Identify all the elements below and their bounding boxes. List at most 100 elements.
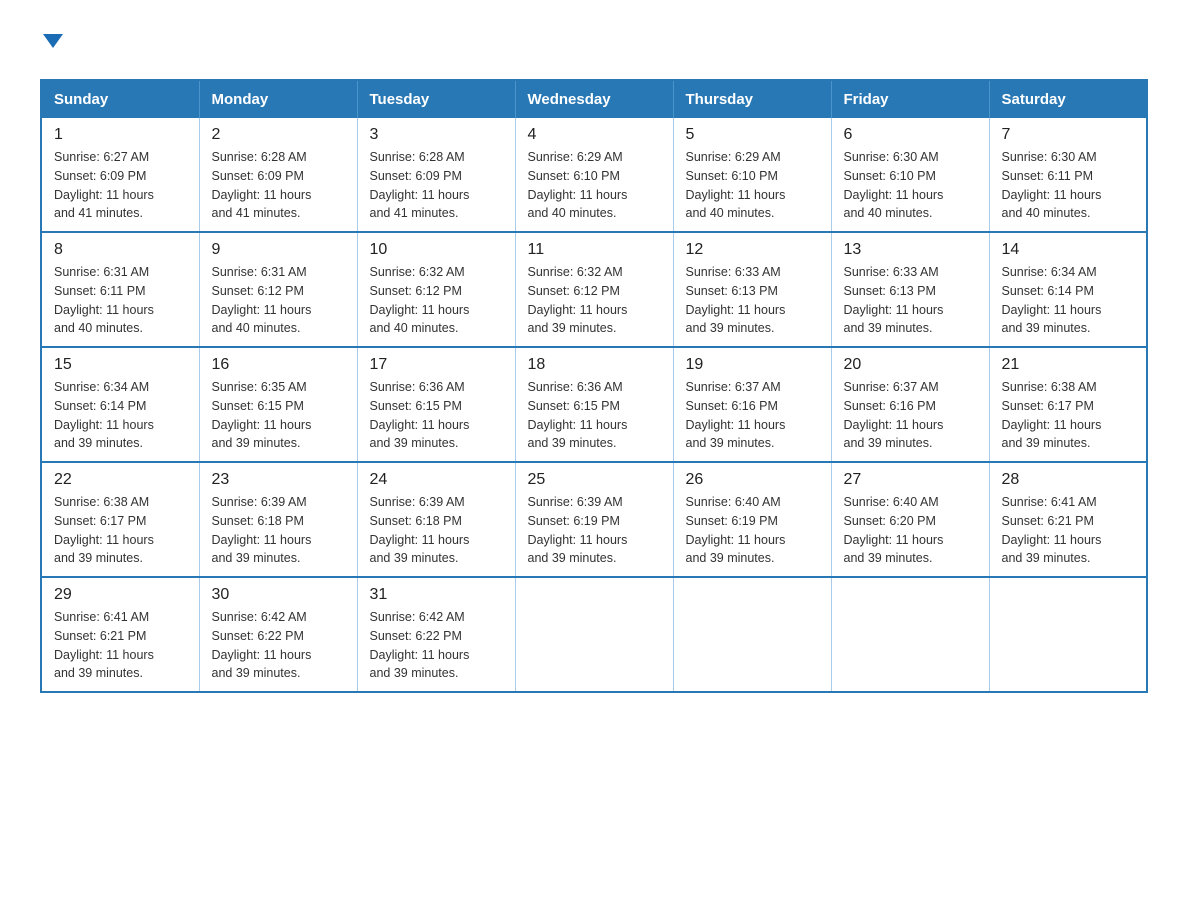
calendar-week-1: 1 Sunrise: 6:27 AM Sunset: 6:09 PM Dayli… [41, 118, 1147, 232]
calendar-cell: 26 Sunrise: 6:40 AM Sunset: 6:19 PM Dayl… [673, 462, 831, 577]
day-info: Sunrise: 6:36 AM Sunset: 6:15 PM Dayligh… [370, 378, 503, 453]
day-number: 27 [844, 471, 977, 489]
day-number: 7 [1002, 126, 1135, 144]
calendar-cell: 22 Sunrise: 6:38 AM Sunset: 6:17 PM Dayl… [41, 462, 199, 577]
calendar-cell: 23 Sunrise: 6:39 AM Sunset: 6:18 PM Dayl… [199, 462, 357, 577]
calendar-cell: 16 Sunrise: 6:35 AM Sunset: 6:15 PM Dayl… [199, 347, 357, 462]
calendar-week-2: 8 Sunrise: 6:31 AM Sunset: 6:11 PM Dayli… [41, 232, 1147, 347]
day-info: Sunrise: 6:27 AM Sunset: 6:09 PM Dayligh… [54, 148, 187, 223]
weekday-header-row: SundayMondayTuesdayWednesdayThursdayFrid… [41, 80, 1147, 118]
day-number: 4 [528, 126, 661, 144]
calendar-cell: 5 Sunrise: 6:29 AM Sunset: 6:10 PM Dayli… [673, 118, 831, 232]
day-number: 3 [370, 126, 503, 144]
weekday-header-wednesday: Wednesday [515, 80, 673, 118]
day-number: 14 [1002, 241, 1135, 259]
calendar-header: SundayMondayTuesdayWednesdayThursdayFrid… [41, 80, 1147, 118]
day-info: Sunrise: 6:34 AM Sunset: 6:14 PM Dayligh… [1002, 263, 1135, 338]
day-info: Sunrise: 6:39 AM Sunset: 6:19 PM Dayligh… [528, 493, 661, 568]
day-number: 15 [54, 356, 187, 374]
weekday-header-friday: Friday [831, 80, 989, 118]
weekday-header-tuesday: Tuesday [357, 80, 515, 118]
calendar-cell: 1 Sunrise: 6:27 AM Sunset: 6:09 PM Dayli… [41, 118, 199, 232]
day-info: Sunrise: 6:29 AM Sunset: 6:10 PM Dayligh… [686, 148, 819, 223]
logo [40, 30, 63, 55]
weekday-header-sunday: Sunday [41, 80, 199, 118]
calendar-week-3: 15 Sunrise: 6:34 AM Sunset: 6:14 PM Dayl… [41, 347, 1147, 462]
day-info: Sunrise: 6:39 AM Sunset: 6:18 PM Dayligh… [370, 493, 503, 568]
day-info: Sunrise: 6:38 AM Sunset: 6:17 PM Dayligh… [1002, 378, 1135, 453]
day-number: 28 [1002, 471, 1135, 489]
day-info: Sunrise: 6:36 AM Sunset: 6:15 PM Dayligh… [528, 378, 661, 453]
calendar-cell: 6 Sunrise: 6:30 AM Sunset: 6:10 PM Dayli… [831, 118, 989, 232]
day-info: Sunrise: 6:40 AM Sunset: 6:20 PM Dayligh… [844, 493, 977, 568]
day-info: Sunrise: 6:32 AM Sunset: 6:12 PM Dayligh… [528, 263, 661, 338]
calendar-cell: 14 Sunrise: 6:34 AM Sunset: 6:14 PM Dayl… [989, 232, 1147, 347]
day-number: 18 [528, 356, 661, 374]
day-number: 11 [528, 241, 661, 259]
day-number: 21 [1002, 356, 1135, 374]
day-number: 2 [212, 126, 345, 144]
calendar-body: 1 Sunrise: 6:27 AM Sunset: 6:09 PM Dayli… [41, 118, 1147, 692]
day-number: 12 [686, 241, 819, 259]
day-number: 30 [212, 586, 345, 604]
day-info: Sunrise: 6:34 AM Sunset: 6:14 PM Dayligh… [54, 378, 187, 453]
calendar-cell [831, 577, 989, 692]
day-number: 9 [212, 241, 345, 259]
calendar-cell: 21 Sunrise: 6:38 AM Sunset: 6:17 PM Dayl… [989, 347, 1147, 462]
day-info: Sunrise: 6:37 AM Sunset: 6:16 PM Dayligh… [686, 378, 819, 453]
calendar-cell: 18 Sunrise: 6:36 AM Sunset: 6:15 PM Dayl… [515, 347, 673, 462]
calendar-cell: 15 Sunrise: 6:34 AM Sunset: 6:14 PM Dayl… [41, 347, 199, 462]
day-info: Sunrise: 6:37 AM Sunset: 6:16 PM Dayligh… [844, 378, 977, 453]
day-info: Sunrise: 6:30 AM Sunset: 6:11 PM Dayligh… [1002, 148, 1135, 223]
calendar-cell: 28 Sunrise: 6:41 AM Sunset: 6:21 PM Dayl… [989, 462, 1147, 577]
day-info: Sunrise: 6:41 AM Sunset: 6:21 PM Dayligh… [1002, 493, 1135, 568]
calendar-cell: 17 Sunrise: 6:36 AM Sunset: 6:15 PM Dayl… [357, 347, 515, 462]
calendar-cell: 24 Sunrise: 6:39 AM Sunset: 6:18 PM Dayl… [357, 462, 515, 577]
weekday-header-saturday: Saturday [989, 80, 1147, 118]
day-number: 17 [370, 356, 503, 374]
day-info: Sunrise: 6:38 AM Sunset: 6:17 PM Dayligh… [54, 493, 187, 568]
day-number: 29 [54, 586, 187, 604]
day-number: 26 [686, 471, 819, 489]
day-number: 24 [370, 471, 503, 489]
day-number: 1 [54, 126, 187, 144]
calendar-cell: 31 Sunrise: 6:42 AM Sunset: 6:22 PM Dayl… [357, 577, 515, 692]
calendar-cell: 9 Sunrise: 6:31 AM Sunset: 6:12 PM Dayli… [199, 232, 357, 347]
day-info: Sunrise: 6:39 AM Sunset: 6:18 PM Dayligh… [212, 493, 345, 568]
calendar-cell: 8 Sunrise: 6:31 AM Sunset: 6:11 PM Dayli… [41, 232, 199, 347]
day-info: Sunrise: 6:32 AM Sunset: 6:12 PM Dayligh… [370, 263, 503, 338]
calendar-cell: 10 Sunrise: 6:32 AM Sunset: 6:12 PM Dayl… [357, 232, 515, 347]
calendar-cell [515, 577, 673, 692]
calendar-cell: 4 Sunrise: 6:29 AM Sunset: 6:10 PM Dayli… [515, 118, 673, 232]
day-number: 20 [844, 356, 977, 374]
day-number: 10 [370, 241, 503, 259]
calendar-table: SundayMondayTuesdayWednesdayThursdayFrid… [40, 79, 1148, 693]
calendar-cell: 3 Sunrise: 6:28 AM Sunset: 6:09 PM Dayli… [357, 118, 515, 232]
day-info: Sunrise: 6:40 AM Sunset: 6:19 PM Dayligh… [686, 493, 819, 568]
day-info: Sunrise: 6:42 AM Sunset: 6:22 PM Dayligh… [212, 608, 345, 683]
day-number: 5 [686, 126, 819, 144]
day-info: Sunrise: 6:31 AM Sunset: 6:11 PM Dayligh… [54, 263, 187, 338]
calendar-cell: 13 Sunrise: 6:33 AM Sunset: 6:13 PM Dayl… [831, 232, 989, 347]
day-number: 25 [528, 471, 661, 489]
day-number: 6 [844, 126, 977, 144]
calendar-week-4: 22 Sunrise: 6:38 AM Sunset: 6:17 PM Dayl… [41, 462, 1147, 577]
calendar-cell [989, 577, 1147, 692]
day-info: Sunrise: 6:41 AM Sunset: 6:21 PM Dayligh… [54, 608, 187, 683]
calendar-cell: 12 Sunrise: 6:33 AM Sunset: 6:13 PM Dayl… [673, 232, 831, 347]
day-info: Sunrise: 6:28 AM Sunset: 6:09 PM Dayligh… [370, 148, 503, 223]
day-info: Sunrise: 6:31 AM Sunset: 6:12 PM Dayligh… [212, 263, 345, 338]
calendar-cell: 7 Sunrise: 6:30 AM Sunset: 6:11 PM Dayli… [989, 118, 1147, 232]
page-header [40, 30, 1148, 55]
calendar-cell: 30 Sunrise: 6:42 AM Sunset: 6:22 PM Dayl… [199, 577, 357, 692]
day-number: 13 [844, 241, 977, 259]
day-info: Sunrise: 6:42 AM Sunset: 6:22 PM Dayligh… [370, 608, 503, 683]
calendar-cell [673, 577, 831, 692]
day-number: 22 [54, 471, 187, 489]
day-info: Sunrise: 6:30 AM Sunset: 6:10 PM Dayligh… [844, 148, 977, 223]
calendar-cell: 20 Sunrise: 6:37 AM Sunset: 6:16 PM Dayl… [831, 347, 989, 462]
calendar-cell: 11 Sunrise: 6:32 AM Sunset: 6:12 PM Dayl… [515, 232, 673, 347]
day-number: 16 [212, 356, 345, 374]
weekday-header-thursday: Thursday [673, 80, 831, 118]
day-info: Sunrise: 6:33 AM Sunset: 6:13 PM Dayligh… [686, 263, 819, 338]
